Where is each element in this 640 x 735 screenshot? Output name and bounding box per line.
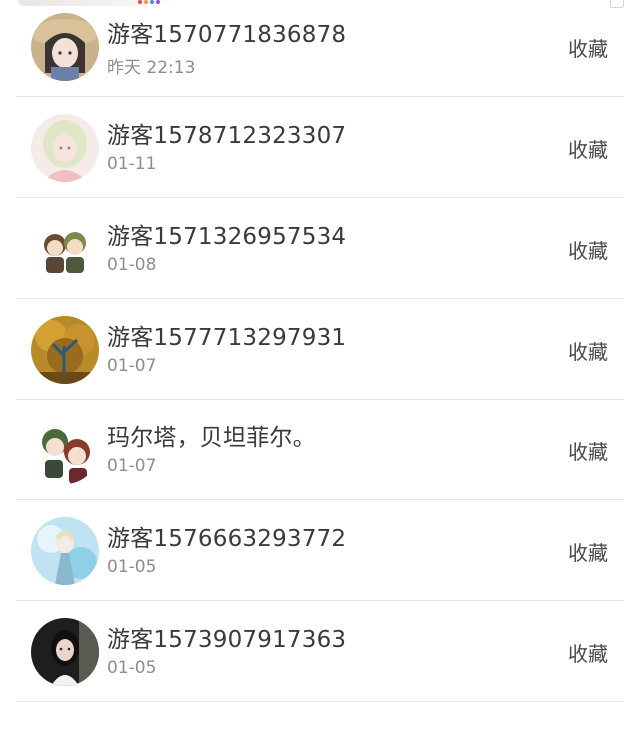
chibi-pair-avatar[interactable]	[31, 416, 99, 484]
favorite-button[interactable]: 收藏	[568, 537, 608, 566]
list-item[interactable]: 游客1571326957534 01-08 收藏	[16, 199, 624, 299]
list-item[interactable]: 游客1576663293772 01-05 收藏	[16, 501, 624, 601]
contact-time: 01-11	[107, 154, 157, 174]
contact-time: 01-08	[107, 255, 157, 275]
contact-name: 游客1571326957534	[107, 224, 347, 250]
list-item[interactable]: 玛尔塔，贝坦菲尔。 01-07 收藏	[16, 400, 624, 500]
favorite-button[interactable]: 收藏	[568, 33, 608, 62]
contact-time: 昨天 22:13	[107, 58, 196, 78]
contact-name: 游客1577713297931	[107, 325, 347, 351]
contact-time: 01-07	[107, 356, 157, 376]
ice-princess-avatar[interactable]	[31, 517, 99, 585]
list-item[interactable]: 游客1573907917363 01-05 收藏	[16, 602, 624, 702]
favorite-button[interactable]: 收藏	[568, 134, 608, 163]
list-item[interactable]: 游客1577713297931 01-07 收藏	[16, 300, 624, 400]
list-item[interactable]: 游客1570771836878 昨天 22:13 收藏	[16, 0, 624, 97]
list-item[interactable]: 游客1578712323307 01-11 收藏	[16, 98, 624, 198]
contact-name: 玛尔塔，贝坦菲尔。	[107, 425, 316, 451]
contact-name: 游客1576663293772	[107, 526, 347, 552]
favorite-button[interactable]: 收藏	[568, 436, 608, 465]
contact-time: 01-07	[107, 456, 157, 476]
anime-girl-pastel-avatar[interactable]	[31, 114, 99, 182]
favorite-button[interactable]: 收藏	[568, 336, 608, 365]
chibi-duo-avatar[interactable]	[31, 215, 99, 283]
contact-time: 01-05	[107, 557, 157, 577]
contact-time: 01-05	[107, 658, 157, 678]
autumn-tree-avatar[interactable]	[31, 316, 99, 384]
contact-name: 游客1573907917363	[107, 627, 347, 653]
anime-girl-straw-hat-avatar[interactable]	[31, 13, 99, 81]
contact-name: 游客1570771836878	[107, 22, 347, 48]
girl-photo-avatar[interactable]	[31, 618, 99, 686]
contact-name: 游客1578712323307	[107, 123, 347, 149]
favorite-button[interactable]: 收藏	[568, 235, 608, 264]
favorite-button[interactable]: 收藏	[568, 638, 608, 667]
